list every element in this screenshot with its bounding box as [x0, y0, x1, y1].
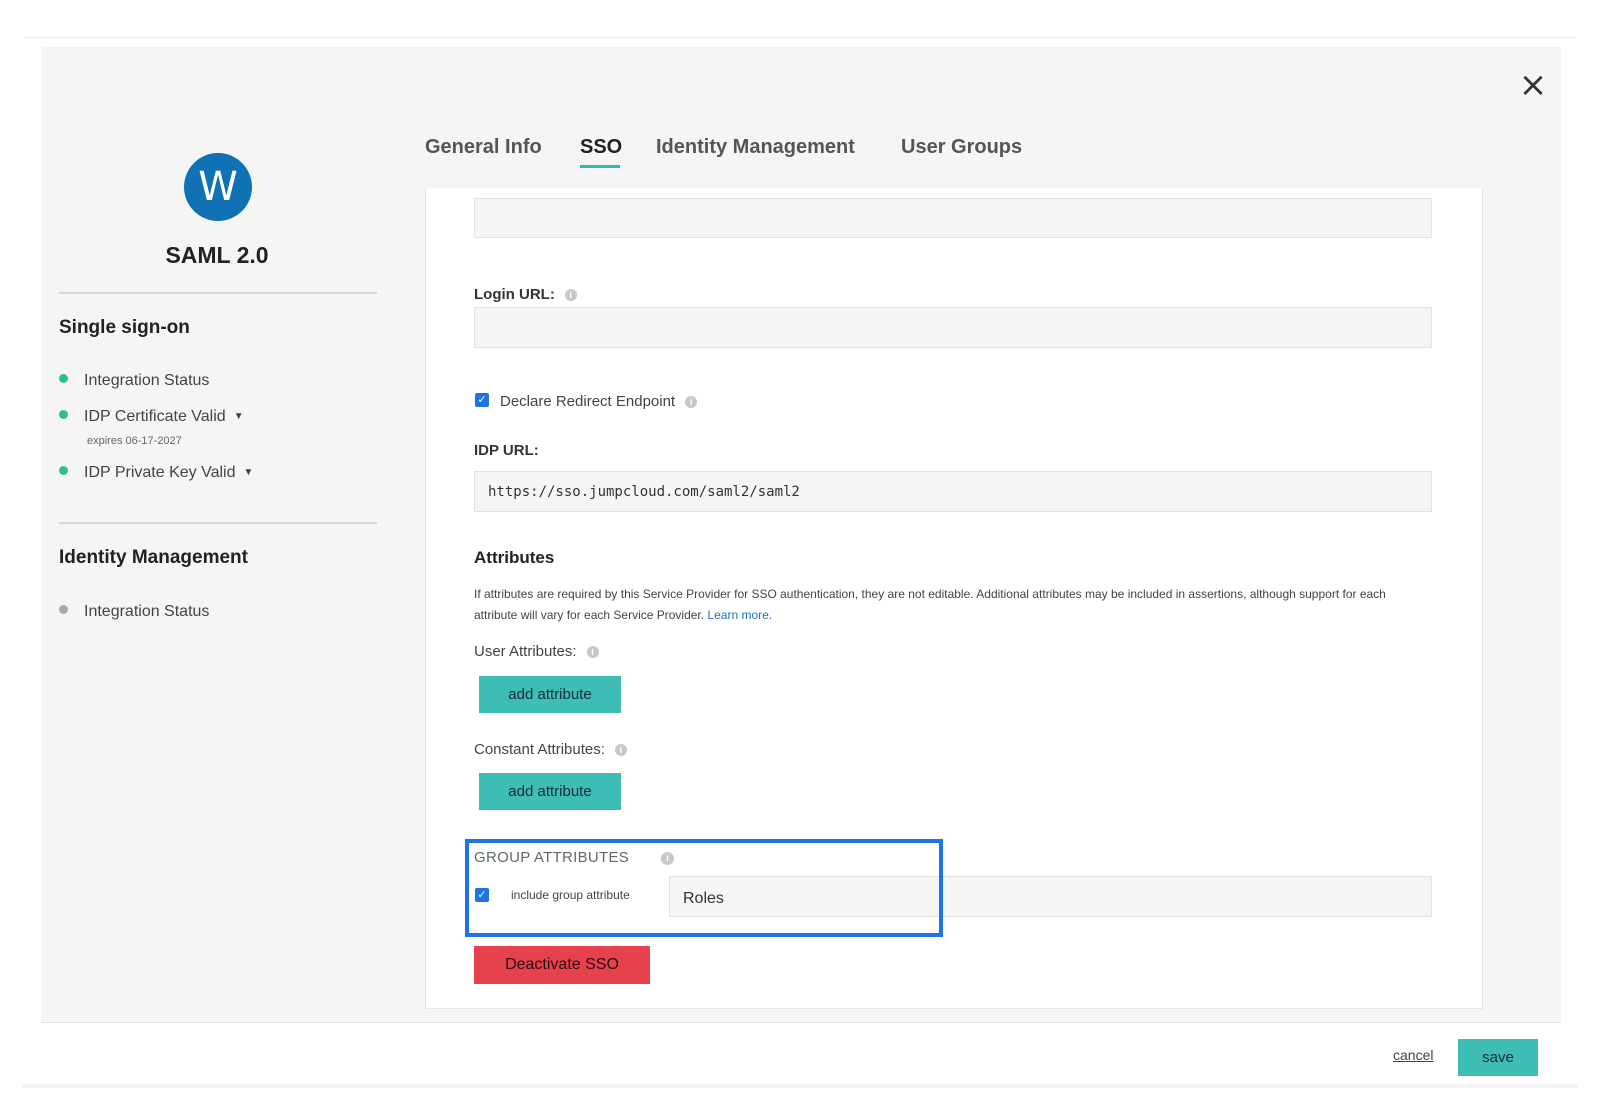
login-url-input[interactable]	[474, 307, 1432, 348]
info-icon[interactable]: i	[564, 289, 577, 302]
constant-attributes-text: Constant Attributes:	[474, 741, 605, 758]
active-tab-indicator	[580, 165, 620, 168]
tab-sso[interactable]: SSO	[580, 136, 622, 159]
top-divider	[22, 37, 1578, 38]
app-name: SAML 2.0	[165, 242, 269, 268]
add-user-attribute-button[interactable]: add attribute	[479, 676, 621, 713]
status-dot	[59, 605, 68, 615]
save-button[interactable]: save	[1458, 1039, 1538, 1076]
info-icon[interactable]: i	[586, 646, 599, 659]
declare-redirect-label: Declare Redirect Endpoint i	[500, 393, 698, 410]
status-label: Integration Status	[84, 372, 210, 389]
constant-attributes-label: Constant Attributes: i	[474, 741, 627, 758]
status-dot	[59, 374, 68, 384]
sso-integration-status: Integration Status	[59, 372, 209, 390]
status-label: IDP Certificate Valid	[84, 408, 226, 425]
app-avatar: W	[184, 153, 252, 221]
login-url-label-text: Login URL:	[474, 286, 555, 303]
status-label: Integration Status	[84, 603, 210, 620]
login-url-label: Login URL: i	[474, 286, 577, 303]
attributes-description: If attributes are required by this Servi…	[474, 584, 1394, 626]
user-attributes-label: User Attributes: i	[474, 643, 599, 660]
user-attributes-text: User Attributes:	[474, 643, 577, 660]
caret-down-icon[interactable]: ▼	[234, 411, 244, 422]
idp-private-key-status[interactable]: IDP Private Key Valid ▼	[59, 464, 253, 482]
caret-down-icon[interactable]: ▼	[243, 467, 253, 478]
bottom-divider	[22, 1084, 1578, 1088]
single-sign-on-title: Single sign-on	[59, 317, 190, 338]
tab-user-groups[interactable]: User Groups	[901, 136, 1022, 159]
add-constant-attribute-button[interactable]: add attribute	[479, 773, 621, 810]
idp-url-value: https://sso.jumpcloud.com/saml2/saml2	[488, 484, 800, 500]
identity-management-title: Identity Management	[59, 547, 248, 568]
status-dot	[59, 466, 68, 476]
learn-more-link[interactable]: Learn more.	[707, 608, 772, 622]
status-label: IDP Private Key Valid	[84, 464, 236, 481]
certificate-expiry-note: expires 06-17-2027	[87, 435, 182, 447]
declare-redirect-checkbox[interactable]: ✓	[475, 393, 489, 407]
attributes-description-text: If attributes are required by this Servi…	[474, 587, 1386, 622]
info-icon[interactable]: i	[685, 396, 698, 409]
declare-redirect-text: Declare Redirect Endpoint	[500, 393, 676, 410]
im-integration-status: Integration Status	[59, 603, 209, 621]
deactivate-sso-button[interactable]: Deactivate SSO	[474, 946, 650, 984]
sidebar-divider	[59, 522, 377, 524]
status-dot	[59, 410, 68, 420]
close-icon[interactable]: ×	[1518, 68, 1548, 102]
tab-identity-management[interactable]: Identity Management	[656, 136, 855, 159]
tab-general-info[interactable]: General Info	[425, 136, 542, 159]
sidebar-divider	[59, 292, 377, 294]
idp-certificate-status[interactable]: IDP Certificate Valid ▼	[59, 408, 244, 426]
previous-field-input[interactable]	[474, 198, 1432, 238]
cancel-link[interactable]: cancel	[1393, 1047, 1433, 1063]
idp-url-label: IDP URL:	[474, 442, 539, 459]
info-icon[interactable]: i	[614, 744, 627, 757]
group-attributes-highlight	[465, 839, 943, 937]
attributes-title: Attributes	[474, 548, 555, 567]
